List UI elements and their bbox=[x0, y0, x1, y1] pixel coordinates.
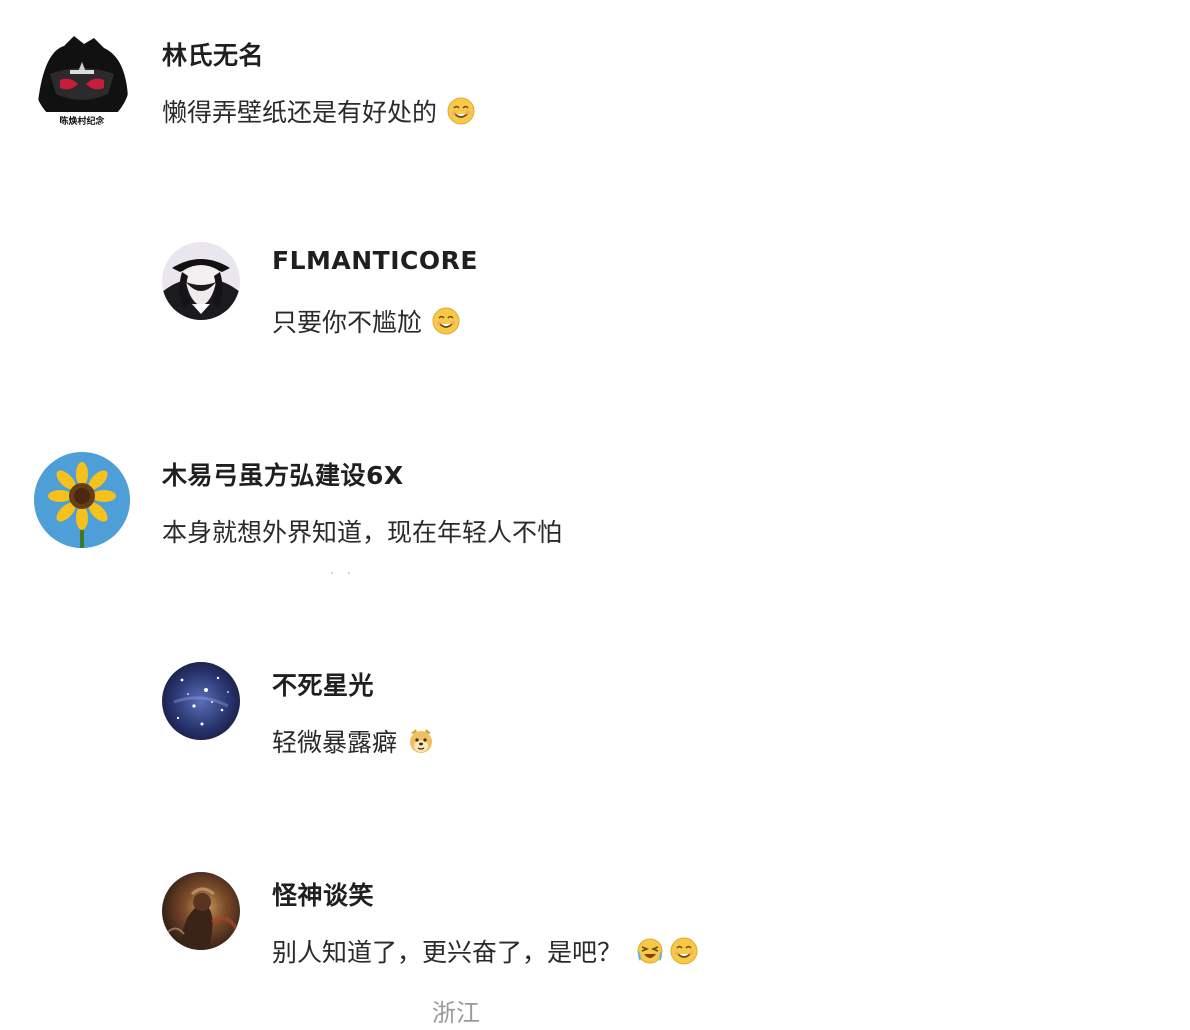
comment-text-row: 别人知道了，更兴奋了，是吧？ bbox=[272, 933, 698, 969]
comment-text-row: 懒得弄壁纸还是有好处的 bbox=[162, 93, 475, 129]
anime-hat-avatar-icon bbox=[162, 242, 240, 320]
comment-text: 别人知道了，更兴奋了，是吧？ bbox=[272, 938, 623, 967]
avatar[interactable]: 陈焕村纪念 bbox=[34, 32, 130, 128]
smile-emoji-icon bbox=[447, 97, 475, 125]
username[interactable]: 不死星光 bbox=[272, 666, 374, 702]
divider-dots: ·· bbox=[330, 566, 363, 582]
comment-text: 轻微暴露癖 bbox=[272, 728, 398, 757]
comment-text-row: 只要你不尴尬 bbox=[272, 303, 460, 339]
mask-avatar-icon: 陈焕村纪念 bbox=[34, 32, 130, 128]
svg-text:陈焕村纪念: 陈焕村纪念 bbox=[59, 115, 104, 127]
avatar[interactable] bbox=[34, 452, 130, 548]
doge-emoji-icon bbox=[407, 727, 435, 755]
comment-text: 本身就想外界知道，现在年轻人不怕 bbox=[162, 518, 563, 547]
comment-text: 只要你不尴尬 bbox=[272, 308, 423, 337]
avatar[interactable] bbox=[162, 662, 240, 740]
avatar[interactable] bbox=[162, 872, 240, 950]
avatar[interactable] bbox=[162, 242, 240, 320]
username[interactable]: 怪神谈笑 bbox=[272, 876, 374, 912]
username[interactable]: FLMANTICORE bbox=[272, 246, 478, 275]
comment-text: 懒得弄壁纸还是有好处的 bbox=[162, 98, 438, 127]
comment-text-row: 本身就想外界知道，现在年轻人不怕 bbox=[162, 513, 562, 549]
laugh-cry-emoji-icon bbox=[636, 937, 664, 965]
username[interactable]: 木易弓虽方弘建设6X bbox=[162, 456, 404, 492]
smile-emoji-icon bbox=[670, 937, 698, 965]
smile-emoji-icon bbox=[432, 307, 460, 335]
username[interactable]: 林氏无名 bbox=[162, 36, 264, 72]
dark-art-avatar-icon bbox=[162, 872, 240, 950]
sunflower-avatar-icon bbox=[34, 452, 130, 548]
starry-avatar-icon bbox=[162, 662, 240, 740]
location-label: 浙江 bbox=[432, 999, 480, 1027]
comment-text-row: 轻微暴露癖 bbox=[272, 723, 435, 759]
